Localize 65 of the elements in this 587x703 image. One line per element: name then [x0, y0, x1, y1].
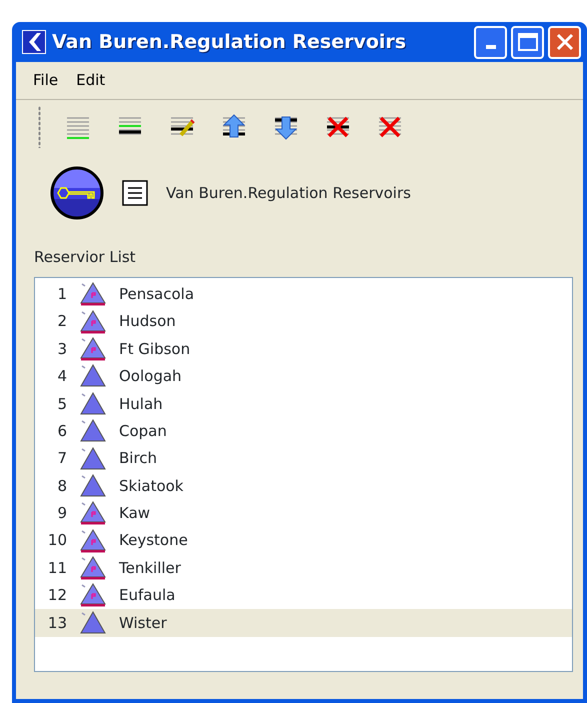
row-number: 1 — [56, 284, 67, 305]
list-row[interactable]: 3 Ft Gibson — [35, 335, 572, 363]
reservoir-flag-icon — [79, 500, 107, 526]
app-logo-icon — [22, 30, 46, 54]
triangle-icon — [79, 446, 107, 472]
list-row[interactable]: 10 Keystone — [35, 527, 572, 554]
list-row[interactable]: 11 Tenkiller — [35, 554, 572, 582]
row-number: 12 — [46, 585, 67, 606]
reservoir-name: Eufaula — [119, 585, 176, 606]
list-row[interactable]: 12 Eufaula — [35, 582, 572, 610]
row-number: 9 — [56, 503, 67, 524]
minimize-icon — [486, 45, 496, 49]
row-number: 6 — [56, 420, 67, 442]
reservoir-name: Birch — [119, 448, 158, 470]
triangle-icon — [79, 390, 107, 417]
row-number: 10 — [46, 530, 67, 552]
list-row[interactable]: 6 Copan — [35, 417, 572, 445]
close-icon — [554, 32, 574, 52]
close-button[interactable] — [548, 26, 581, 58]
reservoir-flag-icon — [79, 555, 107, 582]
triangle-icon — [79, 418, 107, 444]
reservoir-name: Skiatook — [119, 476, 184, 497]
maximize-button[interactable] — [511, 26, 544, 58]
reservoir-flag-icon — [79, 308, 107, 335]
row-number: 13 — [46, 612, 67, 634]
row-number: 8 — [56, 476, 67, 497]
list-row[interactable]: 2 Hudson — [35, 308, 572, 336]
triangle-icon — [79, 472, 107, 499]
reservoir-name: Wister — [119, 612, 167, 634]
list-row[interactable]: 4 Oologah — [35, 362, 572, 390]
row-number: 5 — [56, 394, 67, 414]
reservoir-flag-icon — [79, 528, 107, 554]
document-icon — [122, 180, 148, 206]
reservoir-name: Hulah — [119, 394, 163, 414]
list-label: Reservior List — [33, 247, 137, 268]
reservoir-name: Keystone — [119, 530, 188, 552]
reservoir-name: Oologah — [119, 366, 182, 388]
triangle-icon — [79, 610, 107, 636]
row-number: 4 — [56, 366, 67, 388]
list-row[interactable]: 9 Kaw — [35, 500, 572, 528]
list-row[interactable]: 5 Hulah — [35, 390, 572, 418]
list-row[interactable]: 13 Wister — [35, 609, 572, 637]
reservoir-flag-icon — [79, 281, 107, 308]
minimize-button[interactable] — [474, 26, 507, 58]
reservoir-name: Copan — [119, 420, 167, 442]
list-row[interactable]: 8 Skiatook — [35, 472, 572, 500]
list-row[interactable]: 1 Pensacola — [35, 280, 572, 308]
row-number: 11 — [46, 558, 67, 579]
menu-item[interactable]: File — [24, 69, 68, 92]
dataset-name: Van Buren.Regulation Reservoirs — [166, 182, 411, 204]
reservoir-name: Kaw — [119, 503, 150, 524]
window-title: Van Buren.Regulation Reservoirs — [52, 30, 406, 55]
reservoir-flag-icon — [79, 336, 107, 362]
reservoir-flag-icon — [79, 582, 107, 608]
menu-item[interactable]: Edit — [67, 69, 114, 92]
reservoir-name: Tenkiller — [119, 558, 181, 579]
row-number: 7 — [56, 448, 67, 470]
maximize-icon — [516, 32, 538, 52]
reservoir-name: Hudson — [119, 311, 176, 332]
reservoir-name: Pensacola — [119, 284, 194, 305]
list-row[interactable]: 7 Birch — [35, 444, 572, 472]
reservoir-name: Ft Gibson — [119, 338, 190, 360]
row-number: 3 — [56, 338, 67, 360]
row-number: 2 — [56, 311, 67, 332]
triangle-icon — [79, 363, 107, 390]
